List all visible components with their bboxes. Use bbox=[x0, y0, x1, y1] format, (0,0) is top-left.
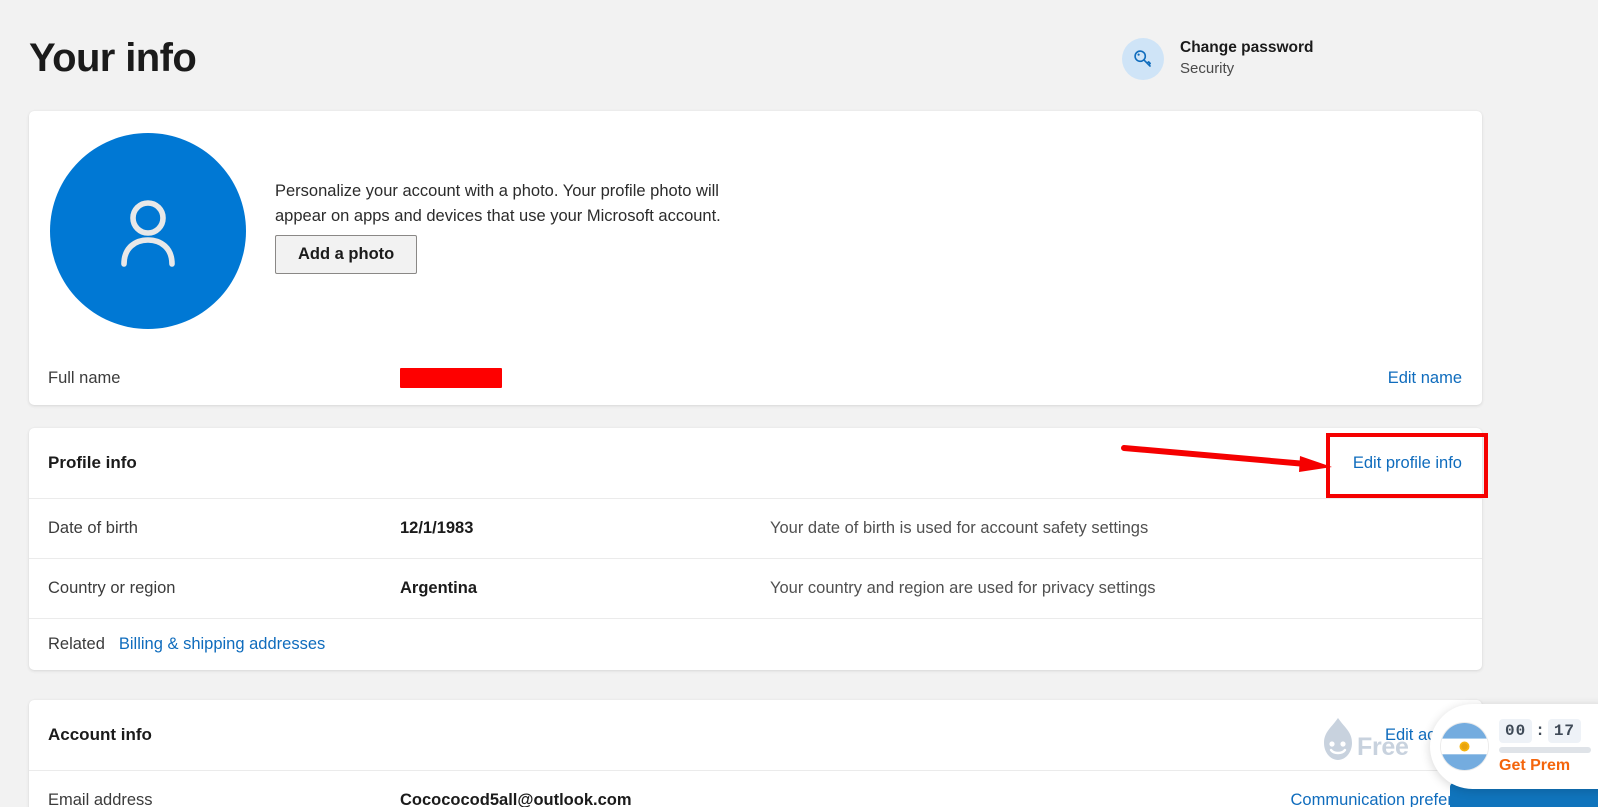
profile-info-card: Profile info Edit profile info Date of b… bbox=[29, 428, 1482, 670]
add-photo-button[interactable]: Add a photo bbox=[275, 235, 418, 274]
billing-shipping-addresses-link[interactable]: Billing & shipping addresses bbox=[119, 635, 325, 654]
person-icon bbox=[121, 200, 175, 267]
communication-preferences-link[interactable]: Communication prefere bbox=[1291, 791, 1463, 807]
key-icon bbox=[1122, 38, 1164, 80]
vpn-session-timer: 00 : 17 bbox=[1499, 718, 1591, 743]
related-row: Related Billing & shipping addresses bbox=[29, 619, 1482, 670]
page-title: Your info bbox=[29, 36, 197, 80]
country-region-description: Your country and region are used for pri… bbox=[770, 579, 1156, 597]
date-of-birth-value: 12/1/1983 bbox=[400, 519, 474, 537]
email-address-value: Cocococod5all@outlook.com bbox=[400, 791, 632, 807]
account-info-header: Account info Edit accou bbox=[29, 700, 1482, 771]
edit-profile-info-link[interactable]: Edit profile info bbox=[1353, 454, 1462, 473]
your-info-page: Your info Change password Security Perso… bbox=[0, 0, 1598, 807]
country-region-label: Country or region bbox=[48, 579, 176, 597]
table-row: Email address Cocococod5all@outlook.com … bbox=[29, 771, 1482, 807]
hola-vpn-panel[interactable]: 00 : 17 Get Prem bbox=[1430, 704, 1598, 789]
redaction-block bbox=[400, 368, 502, 388]
table-row: Date of birth 12/1/1983 Your date of bir… bbox=[29, 499, 1482, 559]
vpn-progress-bar bbox=[1499, 746, 1591, 753]
get-premium-button[interactable]: Get Prem bbox=[1499, 757, 1591, 775]
full-name-row: Full name Edit name bbox=[29, 351, 1482, 405]
timer-separator: : bbox=[1535, 721, 1545, 740]
quick-action-subtitle: Security bbox=[1180, 60, 1235, 78]
full-name-label: Full name bbox=[48, 368, 121, 387]
date-of-birth-label: Date of birth bbox=[48, 519, 138, 537]
full-name-value bbox=[400, 368, 770, 388]
edit-name-link[interactable]: Edit name bbox=[1388, 369, 1462, 388]
avatar[interactable] bbox=[50, 133, 246, 329]
quick-action-title: Change password bbox=[1180, 39, 1314, 57]
profile-info-header: Profile info Edit profile info bbox=[29, 428, 1482, 499]
argentina-flag-icon[interactable] bbox=[1441, 723, 1488, 770]
change-password-quick-action[interactable]: Change password Security bbox=[1122, 38, 1314, 80]
country-region-value: Argentina bbox=[400, 579, 478, 597]
hola-vpn-watermark: Free bbox=[1318, 716, 1412, 762]
profile-photo-card: Personalize your account with a photo. Y… bbox=[29, 111, 1482, 405]
date-of-birth-description: Your date of birth is used for account s… bbox=[770, 519, 1149, 537]
table-row: Country or region Argentina Your country… bbox=[29, 559, 1482, 619]
email-address-label: Email address bbox=[48, 791, 153, 807]
account-info-title: Account info bbox=[48, 725, 152, 744]
related-label: Related bbox=[48, 635, 105, 653]
profile-info-title: Profile info bbox=[48, 453, 137, 472]
photo-description: Personalize your account with a photo. Y… bbox=[275, 182, 721, 226]
timer-minutes: 00 bbox=[1499, 718, 1533, 743]
hola-free-label: Free bbox=[1357, 732, 1409, 761]
account-info-card: Account info Edit accou Email address Co… bbox=[29, 700, 1482, 807]
timer-seconds: 17 bbox=[1547, 718, 1582, 743]
hola-flame-icon bbox=[1324, 718, 1352, 760]
